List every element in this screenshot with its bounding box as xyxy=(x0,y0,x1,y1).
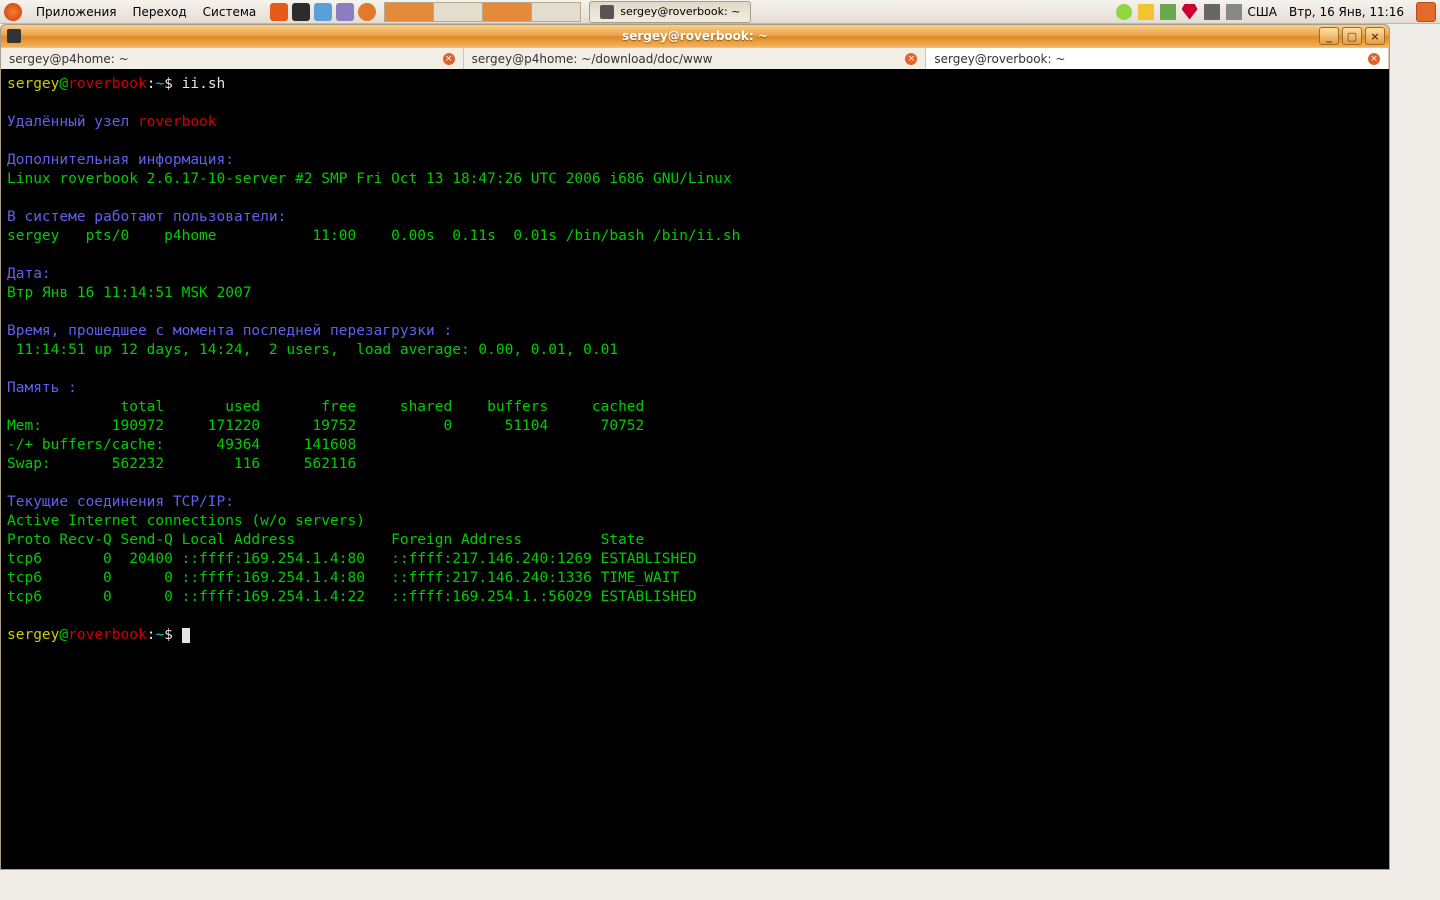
distributor-logo-icon[interactable] xyxy=(4,3,22,21)
menu-places[interactable]: Переход xyxy=(125,0,195,24)
show-desktop-icon[interactable] xyxy=(270,3,288,21)
maximize-button[interactable]: ▢ xyxy=(1342,27,1362,45)
terminal-tab-1[interactable]: sergey@p4home: ~/download/doc/www × xyxy=(464,48,927,70)
terminal-tab-bar: sergey@p4home: ~ × sergey@p4home: ~/down… xyxy=(1,47,1389,71)
netstat-line-3: tcp6 0 0 ::ffff:169.254.1.4:80 ::ffff:21… xyxy=(7,570,679,586)
menu-system[interactable]: Система xyxy=(195,0,265,24)
mem-row-mem: Mem: 190972 171220 19752 0 51104 70752 xyxy=(7,418,644,434)
netstat-line-4: tcp6 0 0 ::ffff:169.254.1.4:22 ::ffff:16… xyxy=(7,589,697,605)
workspace-switcher[interactable] xyxy=(384,2,581,22)
menu-applications[interactable]: Приложения xyxy=(28,0,125,24)
section-date-label: Дата: xyxy=(7,266,51,282)
tab-label: sergey@roverbook: ~ xyxy=(934,52,1065,66)
pidgin-launcher-icon[interactable] xyxy=(336,3,354,21)
remote-host-value: roverbook xyxy=(138,114,217,130)
mem-row-buffers: -/+ buffers/cache: 49364 141608 xyxy=(7,437,356,453)
tab-label: sergey@p4home: ~ xyxy=(9,52,129,66)
volume-tray-icon[interactable] xyxy=(1204,4,1220,20)
launcher-tray xyxy=(270,3,376,21)
close-button[interactable]: × xyxy=(1365,27,1385,45)
section-remote-label: Удалённый узел xyxy=(7,114,138,130)
prompt-at: @ xyxy=(59,76,68,92)
task-button-terminal[interactable]: sergey@roverbook: ~ xyxy=(589,1,751,23)
minimize-button[interactable]: _ xyxy=(1319,27,1339,45)
date-output: Втр Янв 16 11:14:51 MSK 2007 xyxy=(7,285,251,301)
terminal-viewport[interactable]: sergey@roverbook:~$ ii.sh Удалённый узел… xyxy=(1,69,1389,869)
command-text: ii.sh xyxy=(182,76,226,92)
section-uptime-label: Время, прошедшее с момента последней пер… xyxy=(7,323,452,339)
terminal-tab-2[interactable]: sergey@roverbook: ~ × xyxy=(926,48,1389,71)
netstat-line-1: Proto Recv-Q Send-Q Local Address Foreig… xyxy=(7,532,644,548)
mem-row-swap: Swap: 562232 116 562116 xyxy=(7,456,356,472)
terminal-window: sergey@roverbook: ~ _ ▢ × sergey@p4home:… xyxy=(0,24,1390,870)
prompt-host: roverbook xyxy=(68,76,147,92)
window-app-icon xyxy=(7,29,21,43)
clock[interactable]: Втр, 16 Янв, 11:16 xyxy=(1283,5,1410,19)
gem-tray-icon[interactable] xyxy=(1182,4,1198,20)
shutdown-icon[interactable] xyxy=(1416,2,1436,22)
window-list: sergey@roverbook: ~ xyxy=(589,1,751,23)
terminal-launcher-icon[interactable] xyxy=(292,3,310,21)
uname-output: Linux roverbook 2.6.17-10-server #2 SMP … xyxy=(7,171,732,187)
prompt-cwd: ~ xyxy=(155,76,164,92)
prompt-user: sergey xyxy=(7,76,59,92)
gnome-top-panel: Приложения Переход Система sergey@roverb… xyxy=(0,0,1440,24)
tab-close-icon[interactable]: × xyxy=(1368,53,1380,65)
prompt-user: sergey xyxy=(7,627,59,643)
prompt-sym: $ xyxy=(164,627,181,643)
uptime-output: 11:14:51 up 12 days, 14:24, 2 users, loa… xyxy=(7,342,618,358)
notification-area: США Втр, 16 Янв, 11:16 xyxy=(1116,2,1436,22)
status-tray-icon[interactable] xyxy=(1138,4,1154,20)
window-title: sergey@roverbook: ~ xyxy=(1,29,1389,43)
tab-close-icon[interactable]: × xyxy=(443,53,455,65)
network-tray-icon[interactable] xyxy=(1226,4,1242,20)
section-memory-label: Память : xyxy=(7,380,77,396)
keyboard-layout-indicator[interactable]: США xyxy=(1248,5,1277,19)
prompt-sym: $ xyxy=(164,76,181,92)
prompt-host: roverbook xyxy=(68,627,147,643)
section-users-label: В системе работают пользователи: xyxy=(7,209,286,225)
prompt-at: @ xyxy=(59,627,68,643)
prompt-cwd: ~ xyxy=(155,627,164,643)
tab-label: sergey@p4home: ~/download/doc/www xyxy=(472,52,713,66)
netstat-line-2: tcp6 0 20400 ::ffff:169.254.1.4:80 ::fff… xyxy=(7,551,697,567)
terminal-icon xyxy=(600,5,614,19)
help-launcher-icon[interactable] xyxy=(314,3,332,21)
section-tcp-label: Текущие соединения TCP/IP: xyxy=(7,494,234,510)
terminal-tab-0[interactable]: sergey@p4home: ~ × xyxy=(1,48,464,70)
tab-close-icon[interactable]: × xyxy=(905,53,917,65)
section-info-label: Дополнительная информация: xyxy=(7,152,234,168)
skype-tray-icon[interactable] xyxy=(1116,4,1132,20)
mem-header: total used free shared buffers cached xyxy=(7,399,644,415)
task-label: sergey@roverbook: ~ xyxy=(620,5,740,18)
netstat-line-0: Active Internet connections (w/o servers… xyxy=(7,513,365,529)
who-output: sergey pts/0 p4home 11:00 0.00s 0.11s 0.… xyxy=(7,228,740,244)
cursor xyxy=(182,628,190,643)
update-tray-icon[interactable] xyxy=(1160,4,1176,20)
titlebar[interactable]: sergey@roverbook: ~ _ ▢ × xyxy=(1,25,1389,47)
firefox-launcher-icon[interactable] xyxy=(358,3,376,21)
